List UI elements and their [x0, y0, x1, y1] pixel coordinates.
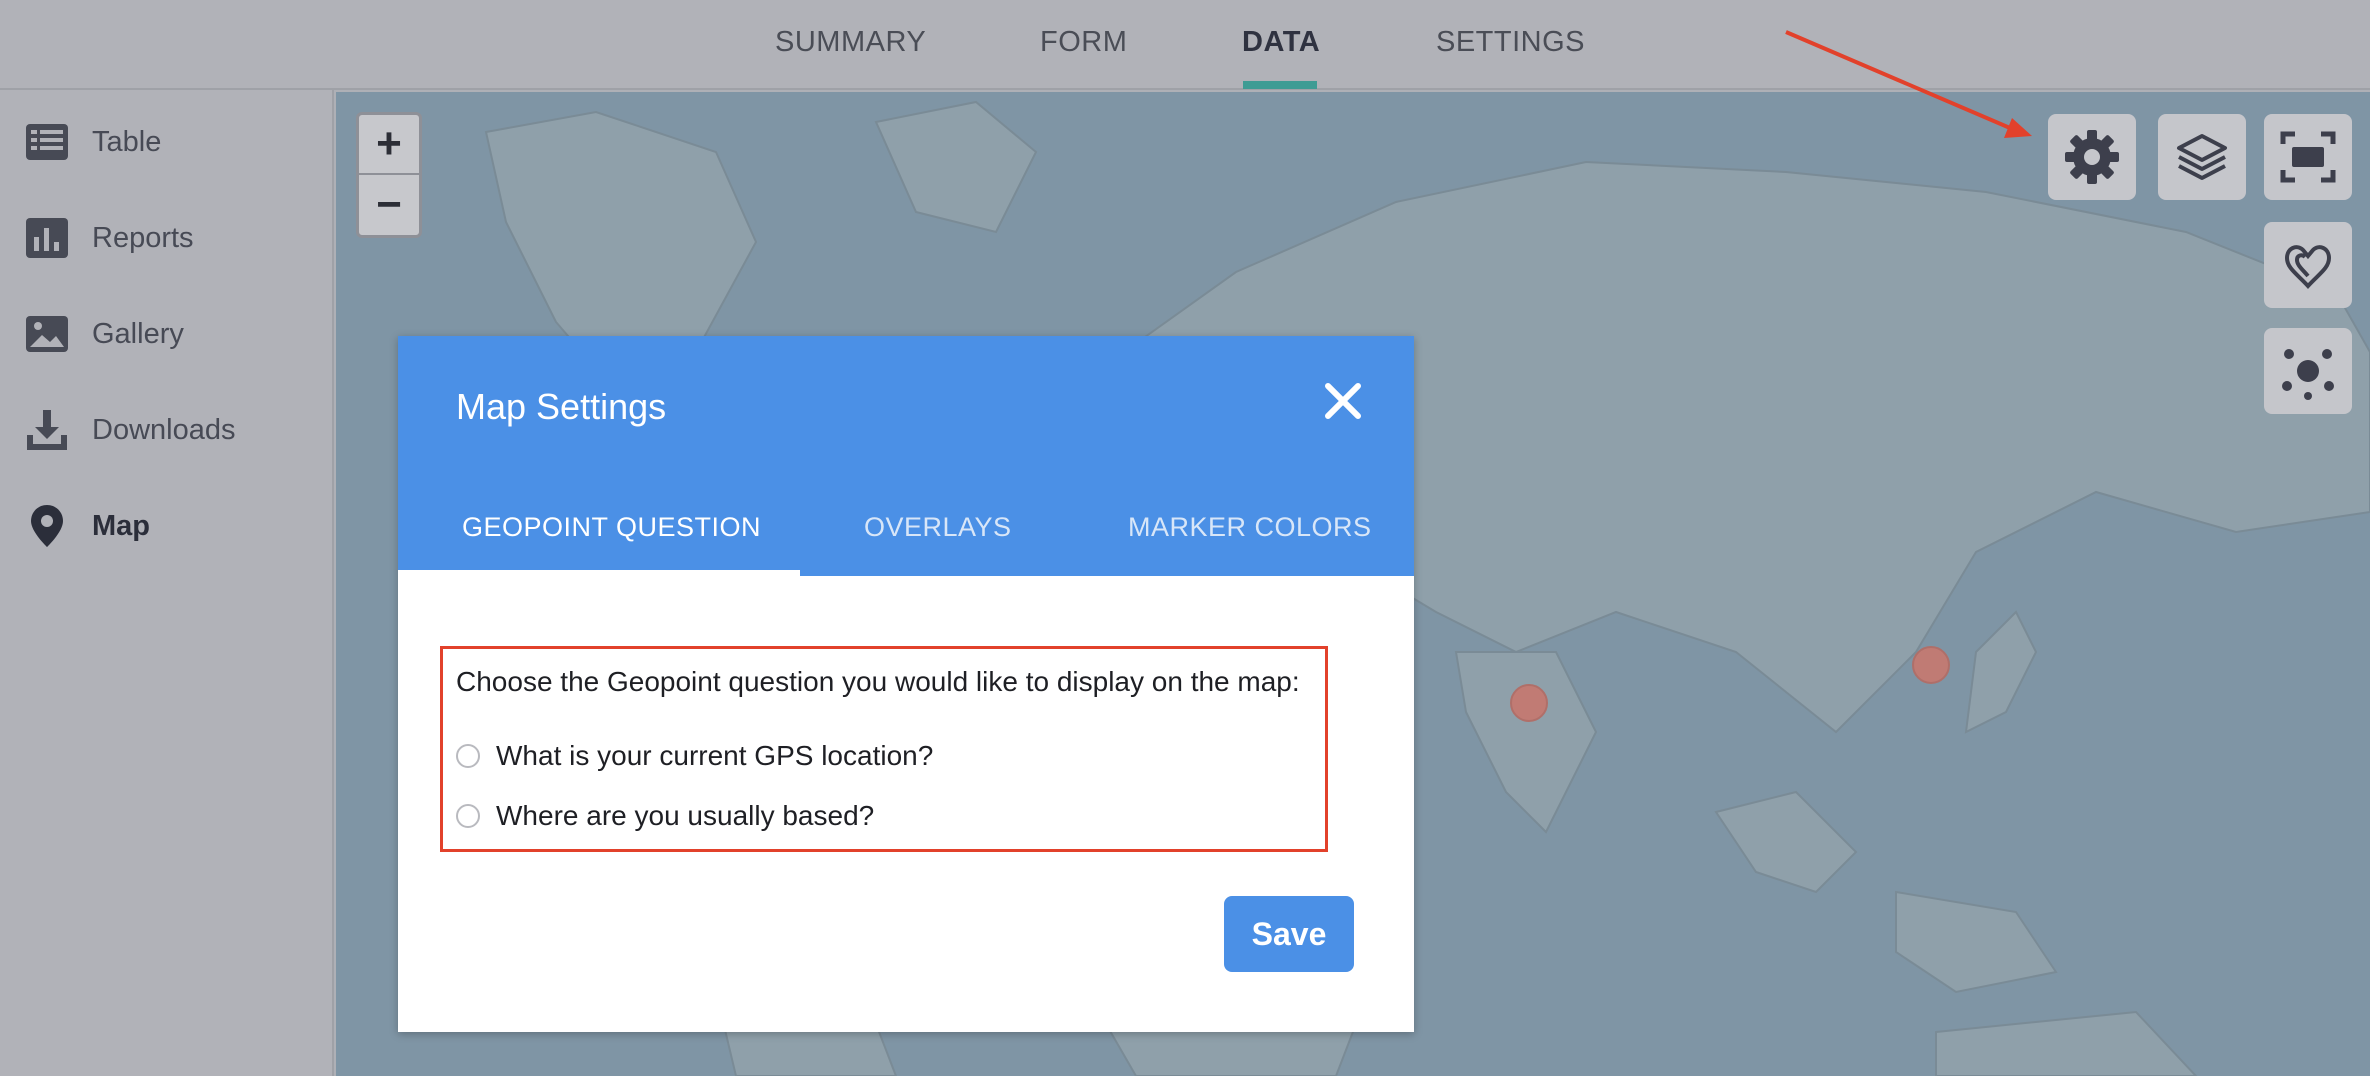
option-label: What is your current GPS location? — [496, 740, 934, 771]
save-button[interactable]: Save — [1224, 896, 1354, 972]
option-label: Where are you usually based? — [496, 800, 875, 831]
gear-icon — [2065, 130, 2119, 184]
heatmap-button[interactable] — [2264, 222, 2352, 308]
cluster-button[interactable] — [2264, 328, 2352, 414]
top-navigation: SUMMARY FORM DATA SETTINGS — [0, 0, 2370, 90]
dialog-header: Map Settings GEOPOINT QUESTION OVERLAYS … — [398, 336, 1414, 576]
sidebar-item-gallery[interactable]: Gallery — [24, 304, 314, 364]
heatmap-icon — [2284, 245, 2332, 289]
map-marker[interactable] — [1510, 684, 1548, 722]
geopoint-question-prompt: Choose the Geopoint question you would l… — [456, 666, 1300, 697]
dialog-title: Map Settings — [456, 386, 667, 427]
close-icon[interactable] — [1318, 376, 1368, 426]
sidebar-item-label: Map — [92, 509, 150, 542]
tab-summary[interactable]: SUMMARY — [775, 26, 926, 59]
map-marker[interactable] — [1912, 646, 1950, 684]
sidebar: Table Reports Gallery Downloads Map — [0, 90, 334, 1076]
download-icon — [27, 410, 67, 450]
table-icon — [26, 124, 68, 160]
fullscreen-icon — [2280, 131, 2336, 183]
zoom-control: + − — [356, 112, 422, 238]
sidebar-item-downloads[interactable]: Downloads — [24, 400, 314, 460]
map-layers-button[interactable] — [2158, 114, 2246, 200]
tab-settings[interactable]: SETTINGS — [1436, 26, 1585, 59]
tab-marker-colors[interactable]: MARKER COLORS — [1128, 512, 1372, 543]
zoom-in-button[interactable]: + — [359, 115, 419, 175]
sidebar-item-label: Table — [92, 125, 162, 158]
map-pin-icon — [31, 505, 63, 547]
tab-overlays[interactable]: OVERLAYS — [864, 512, 1012, 543]
sidebar-item-table[interactable]: Table — [24, 112, 314, 172]
sidebar-item-reports[interactable]: Reports — [24, 208, 314, 268]
zoom-out-button[interactable]: − — [359, 175, 419, 235]
geopoint-option[interactable]: What is your current GPS location? — [456, 740, 933, 772]
tab-form[interactable]: FORM — [1040, 26, 1127, 59]
sidebar-item-label: Reports — [92, 221, 194, 254]
tab-data-underline — [1243, 81, 1317, 89]
radio-button[interactable] — [456, 744, 480, 768]
sidebar-item-label: Gallery — [92, 317, 184, 350]
map-settings-button[interactable] — [2048, 114, 2136, 200]
sidebar-item-map[interactable]: Map — [24, 496, 314, 556]
tab-data[interactable]: DATA — [1242, 26, 1320, 59]
bar-chart-icon — [26, 218, 68, 258]
map-settings-dialog: Map Settings GEOPOINT QUESTION OVERLAYS … — [398, 336, 1414, 1032]
active-tab-indicator — [398, 570, 800, 576]
cluster-icon — [2282, 349, 2334, 400]
image-icon — [26, 316, 68, 352]
geopoint-option[interactable]: Where are you usually based? — [456, 800, 874, 832]
sidebar-item-label: Downloads — [92, 413, 236, 446]
radio-button[interactable] — [456, 804, 480, 828]
layers-icon — [2177, 134, 2227, 180]
fullscreen-button[interactable] — [2264, 114, 2352, 200]
tab-geopoint-question[interactable]: GEOPOINT QUESTION — [462, 512, 761, 543]
